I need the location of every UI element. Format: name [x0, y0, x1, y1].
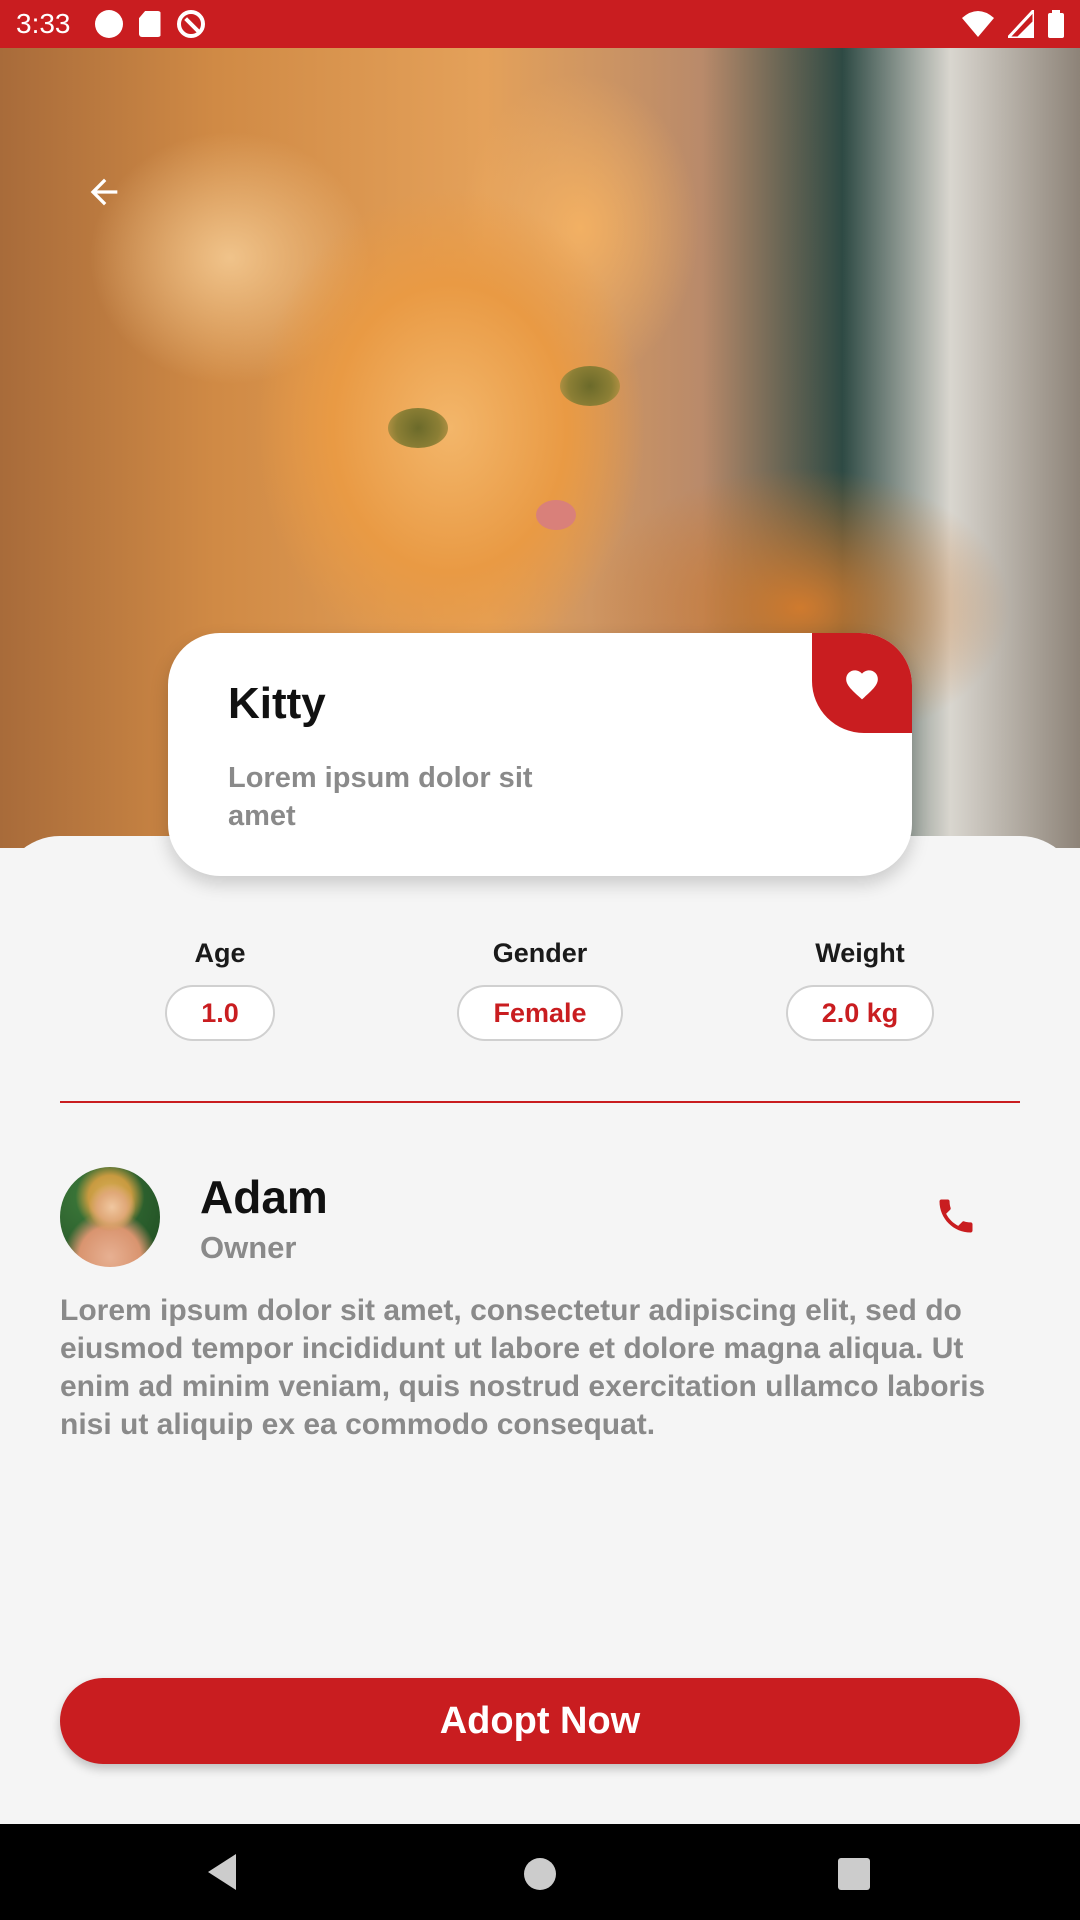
- owner-role: Owner: [200, 1230, 297, 1265]
- pet-name: Kitty: [228, 679, 326, 728]
- stat-gender-label: Gender: [492, 938, 588, 968]
- pet-stats: Age 1.0 Gender Female Weight 2.0 kg: [0, 938, 1080, 1058]
- cat-eye-right: [560, 366, 620, 406]
- stat-weight-value: 2.0 kg: [785, 985, 935, 1041]
- signal-icon: [1008, 10, 1034, 38]
- owner-name: Adam: [200, 1171, 328, 1223]
- back-arrow-icon: [90, 178, 118, 206]
- sd-card-icon: [138, 11, 161, 37]
- nav-recents-icon[interactable]: [838, 1858, 870, 1890]
- data-saver-icon: [176, 10, 205, 38]
- nav-home-icon[interactable]: [524, 1858, 556, 1890]
- pet-subtitle: Lorem ipsum dolor sit amet: [228, 762, 533, 832]
- owner-avatar: [60, 1167, 160, 1267]
- circle-icon: [94, 10, 123, 38]
- stat-gender-value: Female: [457, 985, 623, 1041]
- stat-age-value: 1.0: [165, 985, 275, 1041]
- stat-weight: Weight 2.0 kg: [782, 938, 938, 1041]
- back-button[interactable]: [72, 160, 136, 224]
- status-left-icons: [94, 10, 205, 38]
- pet-name-card: Kitty Lorem ipsum dolor sit amet: [168, 633, 912, 876]
- system-nav-bar: [0, 1824, 1080, 1920]
- adopt-now-button[interactable]: Adopt Now: [60, 1678, 1020, 1764]
- nav-back-icon[interactable]: [206, 1852, 238, 1892]
- favorite-button[interactable]: [812, 633, 912, 733]
- stat-weight-label: Weight: [815, 938, 905, 968]
- divider: [60, 1101, 1020, 1103]
- cat-eye-left: [388, 408, 448, 448]
- stat-age-label: Age: [194, 938, 246, 968]
- status-bar: 3:33: [0, 0, 1080, 48]
- wifi-icon: [962, 11, 994, 37]
- stat-gender: Gender Female: [456, 938, 624, 1041]
- pet-description: Lorem ipsum dolor sit amet, consectetur …: [60, 1294, 986, 1441]
- pet-detail-screen: 3:33 Kitty Lorem ipsum dolor sit amet Ag…: [0, 0, 1080, 1920]
- battery-icon: [1048, 10, 1064, 38]
- status-time: 3:33: [16, 8, 71, 39]
- status-right-icons: [962, 10, 1064, 38]
- stat-age: Age 1.0: [160, 938, 280, 1041]
- phone-icon: [939, 1199, 973, 1233]
- heart-icon: [846, 670, 878, 700]
- cat-nose: [536, 500, 576, 530]
- call-button[interactable]: [930, 1190, 982, 1242]
